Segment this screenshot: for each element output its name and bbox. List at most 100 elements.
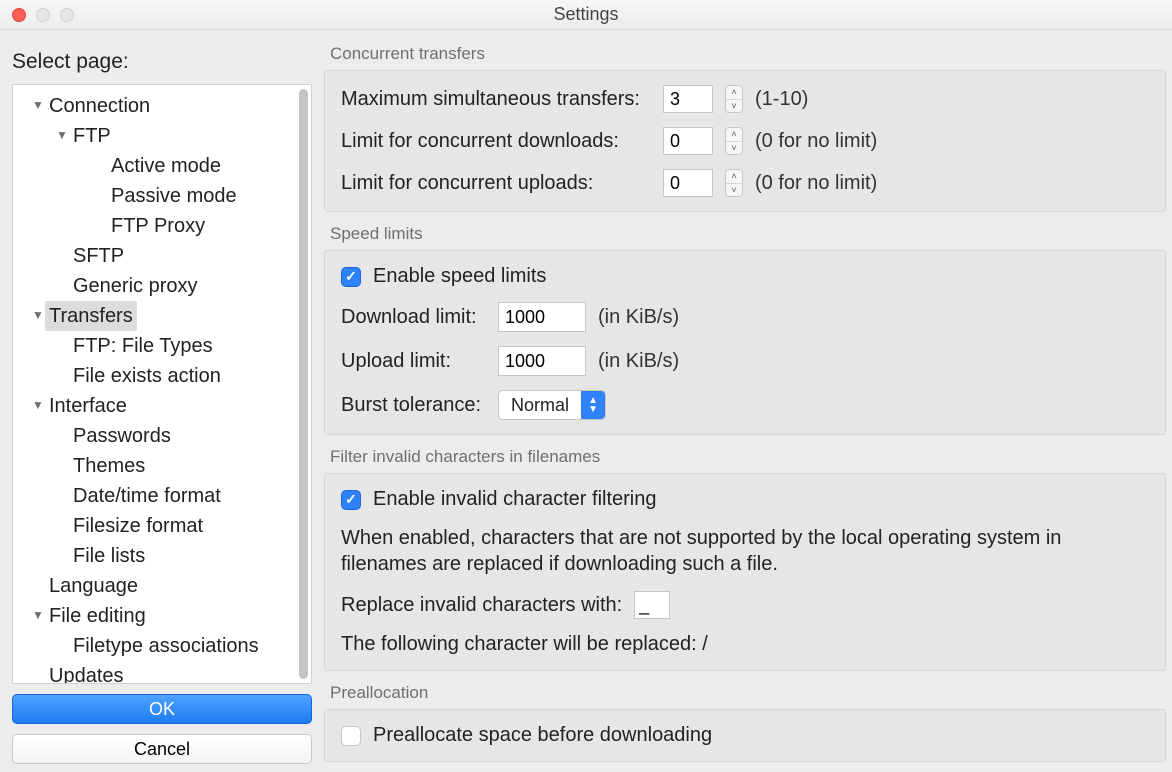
group-concurrent-transfers: Concurrent transfers Maximum simultaneou… <box>324 38 1166 212</box>
tree-item-label: Passive mode <box>107 181 241 211</box>
disclosure-triangle-icon[interactable]: ▼ <box>55 120 69 150</box>
ok-button[interactable]: OK <box>12 694 312 724</box>
burst-tolerance-select[interactable]: Normal ▲▼ <box>498 390 606 420</box>
disclosure-triangle-icon[interactable]: ▼ <box>31 600 45 630</box>
max-transfers-hint: (1-10) <box>755 88 808 111</box>
concurrent-downloads-input[interactable] <box>663 127 713 155</box>
concurrent-downloads-stepper[interactable]: ˄˅ <box>725 127 743 155</box>
tree-item-label: Passwords <box>69 421 175 451</box>
tree-item-ftp[interactable]: ▼FTP <box>13 121 297 151</box>
settings-panel: Concurrent transfers Maximum simultaneou… <box>320 30 1172 772</box>
tree-item-label: File lists <box>69 541 149 571</box>
tree-item-filetype-associations[interactable]: Filetype associations <box>13 631 297 661</box>
tree-scrollbar[interactable] <box>299 89 308 679</box>
disclosure-triangle-icon[interactable]: ▼ <box>31 300 45 330</box>
tree-item-connection[interactable]: ▼Connection <box>13 91 297 121</box>
stepper-down-icon[interactable]: ˅ <box>726 100 742 113</box>
group-preallocation: Preallocation Preallocate space before d… <box>324 677 1166 762</box>
concurrent-uploads-label: Limit for concurrent uploads: <box>341 172 651 195</box>
tree-item-label: Transfers <box>45 301 137 331</box>
tree-item-file-exists-action[interactable]: File exists action <box>13 361 297 391</box>
tree-item-generic-proxy[interactable]: Generic proxy <box>13 271 297 301</box>
tree-item-label: FTP: File Types <box>69 331 217 361</box>
enable-speed-limits-checkbox[interactable]: ✓ <box>341 267 361 287</box>
tree-item-file-lists[interactable]: File lists <box>13 541 297 571</box>
tree-item-label: Connection <box>45 91 154 121</box>
tree-item-label: Filesize format <box>69 511 207 541</box>
concurrent-downloads-label: Limit for concurrent downloads: <box>341 130 651 153</box>
tree-item-language[interactable]: Language <box>13 571 297 601</box>
tree-item-label: Active mode <box>107 151 225 181</box>
download-limit-unit: (in KiB/s) <box>598 306 679 329</box>
preallocate-checkbox[interactable] <box>341 726 361 746</box>
replaced-char-note: The following character will be replaced… <box>341 633 1149 656</box>
stepper-down-icon[interactable]: ˅ <box>726 184 742 197</box>
tree-item-ftp-file-types[interactable]: FTP: File Types <box>13 331 297 361</box>
tree-item-updates[interactable]: Updates <box>13 661 297 683</box>
char-filter-description: When enabled, characters that are not su… <box>341 525 1149 577</box>
burst-tolerance-label: Burst tolerance: <box>341 394 486 417</box>
replace-char-input[interactable] <box>634 591 670 619</box>
tree-item-label: SFTP <box>69 241 128 271</box>
tree-item-label: FTP <box>69 121 115 151</box>
download-limit-label: Download limit: <box>341 306 486 329</box>
tree-item-passive-mode[interactable]: Passive mode <box>13 181 297 211</box>
tree-item-file-editing[interactable]: ▼File editing <box>13 601 297 631</box>
cancel-button[interactable]: Cancel <box>12 734 312 764</box>
tree-item-transfers[interactable]: ▼Transfers <box>13 301 297 331</box>
sidebar: Select page: ▼Connection▼FTPActive modeP… <box>0 30 320 772</box>
stepper-up-icon[interactable]: ˄ <box>726 128 742 142</box>
group-title: Filter invalid characters in filenames <box>324 441 1166 473</box>
tree-item-label: File exists action <box>69 361 225 391</box>
group-title: Speed limits <box>324 218 1166 250</box>
select-arrows-icon: ▲▼ <box>581 391 605 419</box>
sidebar-heading: Select page: <box>12 46 312 84</box>
tree-item-ftp-proxy[interactable]: FTP Proxy <box>13 211 297 241</box>
titlebar: Settings <box>0 0 1172 30</box>
window-title: Settings <box>0 4 1172 25</box>
tree-item-themes[interactable]: Themes <box>13 451 297 481</box>
tree-item-active-mode[interactable]: Active mode <box>13 151 297 181</box>
tree-item-label: Updates <box>45 661 128 683</box>
tree-item-label: FTP Proxy <box>107 211 209 241</box>
tree-item-passwords[interactable]: Passwords <box>13 421 297 451</box>
tree-item-interface[interactable]: ▼Interface <box>13 391 297 421</box>
tree-item-label: Interface <box>45 391 131 421</box>
tree-item-label: Filetype associations <box>69 631 263 661</box>
disclosure-triangle-icon[interactable]: ▼ <box>31 390 45 420</box>
tree-item-label: Generic proxy <box>69 271 202 301</box>
concurrent-uploads-stepper[interactable]: ˄˅ <box>725 169 743 197</box>
tree-item-sftp[interactable]: SFTP <box>13 241 297 271</box>
tree-item-label: Date/time format <box>69 481 225 511</box>
max-transfers-input[interactable] <box>663 85 713 113</box>
concurrent-downloads-hint: (0 for no limit) <box>755 130 877 153</box>
tree-item-filesize-format[interactable]: Filesize format <box>13 511 297 541</box>
concurrent-uploads-input[interactable] <box>663 169 713 197</box>
max-transfers-stepper[interactable]: ˄˅ <box>725 85 743 113</box>
enable-char-filter-label: Enable invalid character filtering <box>373 488 657 511</box>
burst-tolerance-value: Normal <box>499 395 581 416</box>
upload-limit-unit: (in KiB/s) <box>598 350 679 373</box>
tree-item-label: File editing <box>45 601 150 631</box>
replace-char-label: Replace invalid characters with: <box>341 594 622 617</box>
enable-char-filter-checkbox[interactable]: ✓ <box>341 490 361 510</box>
max-transfers-label: Maximum simultaneous transfers: <box>341 88 651 111</box>
stepper-up-icon[interactable]: ˄ <box>726 86 742 100</box>
group-title: Preallocation <box>324 677 1166 709</box>
concurrent-uploads-hint: (0 for no limit) <box>755 172 877 195</box>
download-limit-input[interactable] <box>498 302 586 332</box>
stepper-up-icon[interactable]: ˄ <box>726 170 742 184</box>
group-title: Concurrent transfers <box>324 38 1166 70</box>
page-tree: ▼Connection▼FTPActive modePassive modeFT… <box>12 84 312 684</box>
tree-item-label: Themes <box>69 451 149 481</box>
upload-limit-input[interactable] <box>498 346 586 376</box>
enable-speed-limits-label: Enable speed limits <box>373 265 546 288</box>
tree-item-date-time-format[interactable]: Date/time format <box>13 481 297 511</box>
group-filter-invalid-chars: Filter invalid characters in filenames ✓… <box>324 441 1166 671</box>
disclosure-triangle-icon[interactable]: ▼ <box>31 90 45 120</box>
stepper-down-icon[interactable]: ˅ <box>726 142 742 155</box>
upload-limit-label: Upload limit: <box>341 350 486 373</box>
tree-item-label: Language <box>45 571 142 601</box>
preallocate-label: Preallocate space before downloading <box>373 724 712 747</box>
group-speed-limits: Speed limits ✓ Enable speed limits Downl… <box>324 218 1166 435</box>
